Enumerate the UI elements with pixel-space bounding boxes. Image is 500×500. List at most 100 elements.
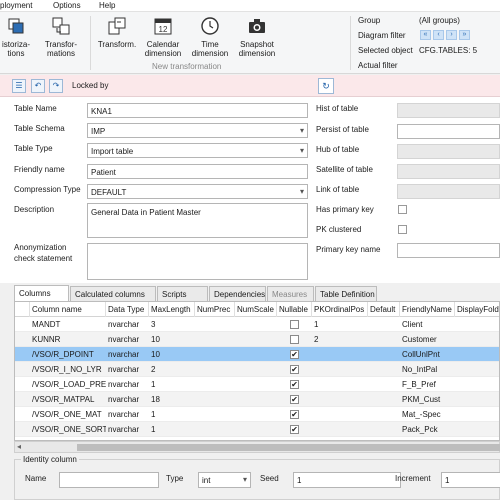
table-row[interactable]: /VSO/R_I_NO_LYR nvarchar 2 No_IntPal ✔: [15, 362, 499, 377]
table-row[interactable]: KUNNR nvarchar 10 2 Customer: [15, 332, 499, 347]
cell-type[interactable]: nvarchar: [106, 377, 149, 392]
cell-pk[interactable]: 1: [312, 317, 368, 332]
tab-scripts[interactable]: Scripts: [157, 286, 208, 301]
nav-next-button[interactable]: ›: [446, 30, 457, 40]
refresh-icon[interactable]: ↻: [318, 78, 334, 94]
scroll-left-icon[interactable]: ◂: [17, 442, 21, 451]
nav-prev-button[interactable]: ‹: [433, 30, 444, 40]
tab-calculated-columns[interactable]: Calculated columns: [70, 286, 156, 301]
pk-clustered-checkbox[interactable]: [398, 225, 407, 234]
cell-len[interactable]: 3: [149, 317, 195, 332]
cell-type[interactable]: nvarchar: [106, 407, 149, 422]
cell-name[interactable]: MANDT: [30, 317, 106, 332]
tab-dependencies[interactable]: Dependencies: [209, 286, 266, 301]
cell-len[interactable]: 1: [149, 422, 195, 437]
transformations-button[interactable]: Transfor- mations: [42, 16, 80, 58]
cell-name[interactable]: /VSO/R_LOAD_PREF: [30, 377, 106, 392]
column-header[interactable]: DisplayFolde: [455, 302, 499, 317]
redo-icon[interactable]: ↷: [49, 79, 63, 93]
cell-type[interactable]: nvarchar: [106, 317, 149, 332]
column-header[interactable]: Column name: [30, 302, 106, 317]
scrollbar-thumb[interactable]: [77, 444, 500, 451]
undo-icon[interactable]: ↶: [31, 79, 45, 93]
tab-columns[interactable]: Columns: [14, 285, 69, 301]
table-row[interactable]: /VSO/R_ONE_SORT nvarchar 1 Pack_Pck ✔: [15, 422, 499, 437]
nullable-checkbox[interactable]: ✔: [290, 350, 299, 359]
friendly-name-field[interactable]: Patient: [87, 164, 308, 179]
historizations-button[interactable]: istoriza- tions: [0, 16, 32, 58]
cell-len[interactable]: 2: [149, 362, 195, 377]
column-header[interactable]: Default: [368, 302, 400, 317]
cell-name[interactable]: /VSO/R_DPOINT: [30, 347, 106, 362]
cell-type[interactable]: nvarchar: [106, 422, 149, 437]
list-icon[interactable]: ☰: [12, 79, 26, 93]
cell-len[interactable]: 10: [149, 347, 195, 362]
cell-type[interactable]: nvarchar: [106, 332, 149, 347]
cell-friendly[interactable]: No_IntPal: [400, 362, 455, 377]
description-field[interactable]: General Data in Patient Master: [87, 203, 308, 238]
column-header[interactable]: Data Type: [106, 302, 149, 317]
table-type-select[interactable]: Import table: [87, 143, 308, 158]
cell-pk[interactable]: [312, 392, 368, 407]
table-row[interactable]: /VSO/R_ONE_MAT nvarchar 1 Mat_-Spec ✔: [15, 407, 499, 422]
column-header[interactable]: MaxLength: [149, 302, 195, 317]
nullable-checkbox[interactable]: ✔: [290, 365, 299, 374]
identity-increment-field[interactable]: 1: [441, 472, 500, 488]
group-value[interactable]: (All groups): [419, 16, 460, 25]
nullable-checkbox[interactable]: [290, 320, 299, 329]
anonymization-field[interactable]: [87, 243, 308, 280]
nav-last-button[interactable]: »: [459, 30, 470, 40]
cell-name[interactable]: KUNNR: [30, 332, 106, 347]
table-row[interactable]: MANDT nvarchar 3 1 Client: [15, 317, 499, 332]
nullable-checkbox[interactable]: [290, 335, 299, 344]
table-name-field[interactable]: KNA1: [87, 103, 308, 118]
tab-table-definition[interactable]: Table Definition: [315, 286, 377, 301]
horizontal-scrollbar[interactable]: ◂: [14, 441, 500, 453]
cell-pk[interactable]: 2: [312, 332, 368, 347]
cell-type[interactable]: nvarchar: [106, 362, 149, 377]
cell-friendly[interactable]: PKM_Cust: [400, 392, 455, 407]
persist-of-table-field[interactable]: [397, 124, 500, 139]
menu-deployment[interactable]: ployment: [0, 1, 32, 10]
cell-pk[interactable]: [312, 362, 368, 377]
column-header[interactable]: Nullable: [277, 302, 312, 317]
table-row[interactable]: /VSO/R_MATPAL nvarchar 18 PKM_Cust ✔: [15, 392, 499, 407]
cell-name[interactable]: /VSO/R_I_NO_LYR: [30, 362, 106, 377]
cell-len[interactable]: 10: [149, 332, 195, 347]
calendar-dimension-button[interactable]: 12 Calendar dimension: [143, 16, 183, 58]
menu-options[interactable]: Options: [53, 1, 81, 10]
cell-friendly[interactable]: CollUnlPnt: [400, 347, 455, 362]
table-schema-select[interactable]: IMP: [87, 123, 308, 138]
menu-help[interactable]: Help: [99, 1, 115, 10]
cell-friendly[interactable]: Client: [400, 317, 455, 332]
cell-len[interactable]: 1: [149, 407, 195, 422]
cell-name[interactable]: /VSO/R_ONE_SORT: [30, 422, 106, 437]
nullable-checkbox[interactable]: ✔: [290, 425, 299, 434]
nullable-checkbox[interactable]: ✔: [290, 410, 299, 419]
column-header[interactable]: FriendlyName: [400, 302, 455, 317]
cell-name[interactable]: /VSO/R_ONE_MAT: [30, 407, 106, 422]
compression-type-select[interactable]: DEFAULT: [87, 184, 308, 199]
transform-button[interactable]: Transform.: [96, 16, 138, 49]
table-row[interactable]: /VSO/R_DPOINT nvarchar 10 CollUnlPnt ✔: [15, 347, 499, 362]
cell-pk[interactable]: [312, 407, 368, 422]
nullable-checkbox[interactable]: ✔: [290, 395, 299, 404]
identity-seed-field[interactable]: 1: [293, 472, 401, 488]
cell-len[interactable]: 1: [149, 377, 195, 392]
cell-pk[interactable]: [312, 347, 368, 362]
column-header[interactable]: PKOrdinalPos: [312, 302, 368, 317]
cell-type[interactable]: nvarchar: [106, 392, 149, 407]
nullable-checkbox[interactable]: ✔: [290, 380, 299, 389]
cell-friendly[interactable]: Pack_Pck: [400, 422, 455, 437]
table-row[interactable]: /VSO/R_LOAD_PREF nvarchar 1 F_B_Pref ✔: [15, 377, 499, 392]
cell-len[interactable]: 18: [149, 392, 195, 407]
primary-key-name-field[interactable]: [397, 243, 500, 258]
time-dimension-button[interactable]: Time dimension: [189, 16, 231, 58]
cell-friendly[interactable]: F_B_Pref: [400, 377, 455, 392]
has-primary-key-checkbox[interactable]: [398, 205, 407, 214]
cell-pk[interactable]: [312, 422, 368, 437]
cell-friendly[interactable]: Mat_-Spec: [400, 407, 455, 422]
column-header[interactable]: NumPrec: [195, 302, 235, 317]
cell-pk[interactable]: [312, 377, 368, 392]
cell-name[interactable]: /VSO/R_MATPAL: [30, 392, 106, 407]
